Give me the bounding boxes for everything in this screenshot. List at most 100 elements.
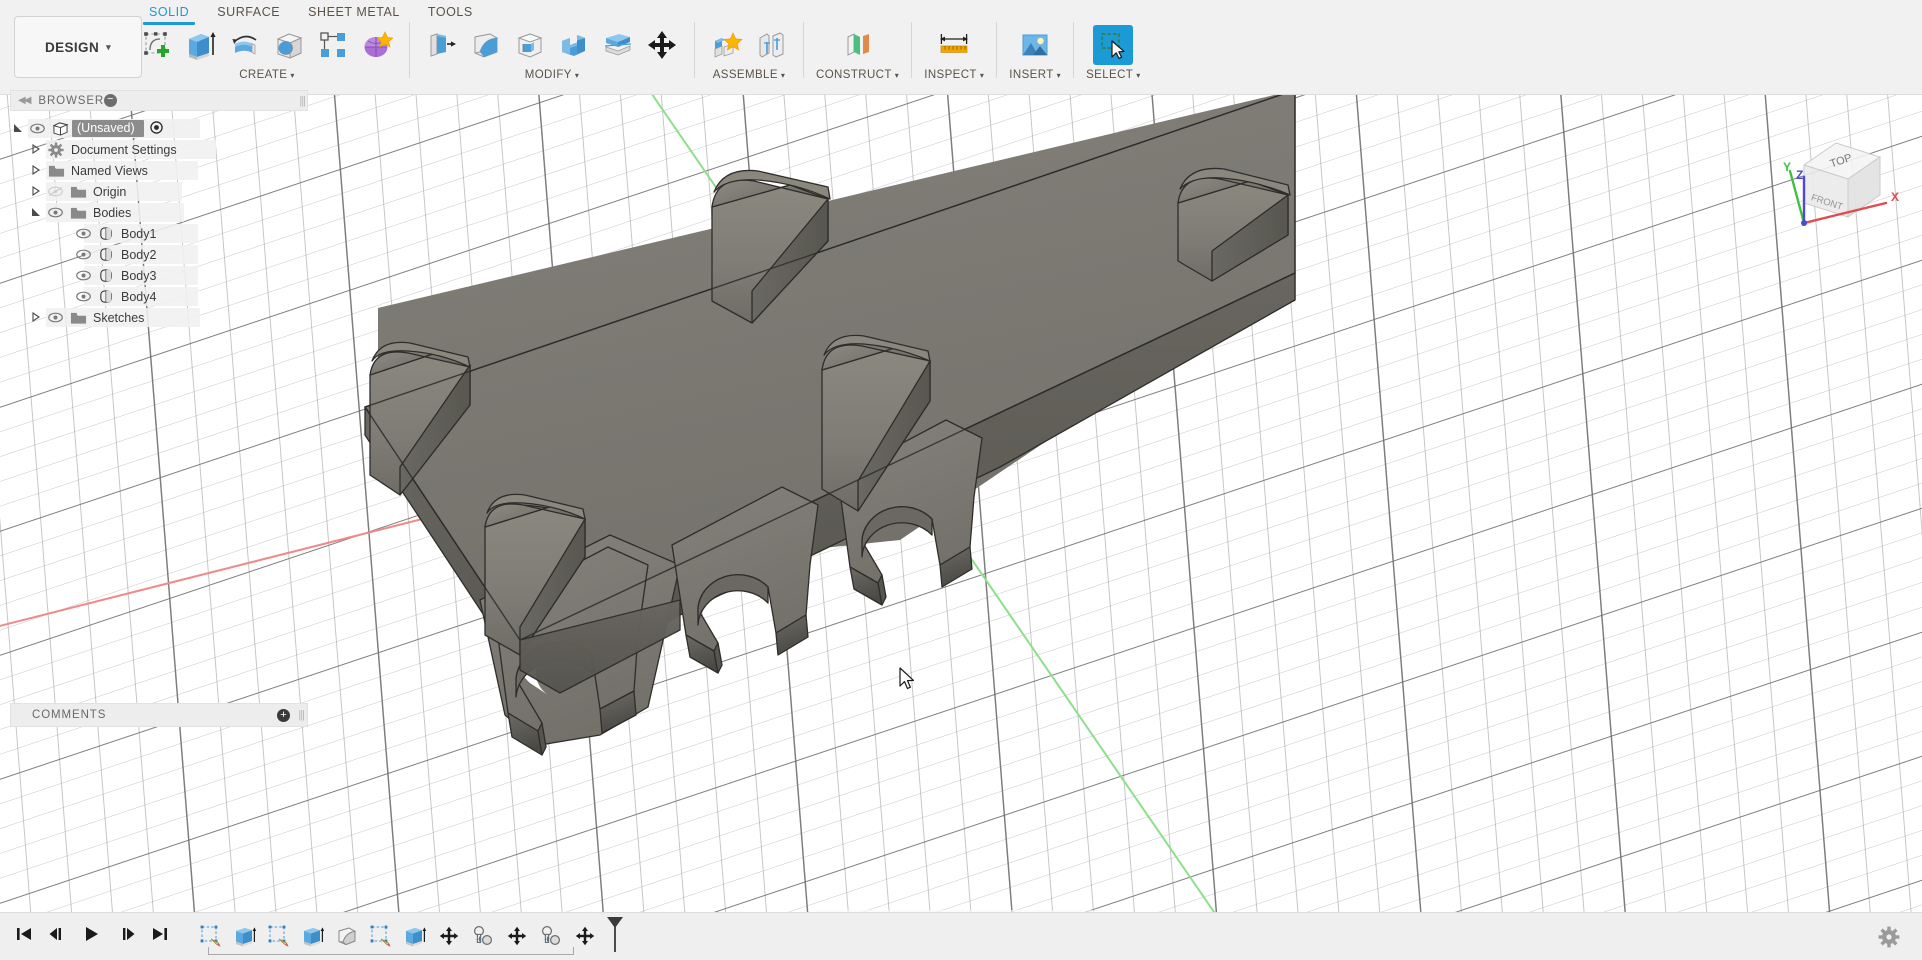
timeline-marker-icon[interactable]	[604, 915, 626, 958]
tree-item-bodies[interactable]: Bodies	[10, 202, 308, 223]
ribbon-toolbar: DESIGN ▾ SOLID SURFACE SHEET METAL TOOLS	[0, 0, 1922, 95]
add-comment-icon[interactable]: +	[277, 709, 290, 722]
split-face-icon[interactable]	[598, 25, 638, 65]
visibility-eye-icon[interactable]	[72, 270, 94, 281]
tree-item-label: Document Settings	[68, 143, 177, 157]
expander-collapsed-icon[interactable]	[28, 144, 44, 155]
tree-item-label: Bodies	[90, 206, 131, 220]
visibility-eye-icon[interactable]	[44, 312, 66, 323]
tree-item-label: Body4	[118, 290, 156, 304]
comments-panel[interactable]: COMMENTS + |||	[10, 703, 308, 727]
collapse-left-icon[interactable]: ◀◀	[18, 95, 29, 106]
expander-expanded-icon[interactable]	[28, 207, 44, 218]
visibility-eye-icon[interactable]	[26, 123, 48, 134]
viewcube-x-label: X	[1891, 190, 1899, 204]
folder-icon	[66, 311, 90, 325]
chevron-down-icon: ▾	[575, 71, 579, 80]
create-sketch-icon[interactable]	[137, 25, 177, 65]
extrude-icon[interactable]	[181, 25, 221, 65]
go-to-end-icon[interactable]	[150, 924, 170, 949]
expander-collapsed-icon[interactable]	[28, 165, 44, 176]
ribbon-group-create-label[interactable]: CREATE▾	[239, 69, 295, 81]
tree-item-body4[interactable]: Body4	[10, 286, 308, 307]
ribbon-group-modify-label[interactable]: MODIFY▾	[525, 69, 580, 81]
press-pull-icon[interactable]	[422, 25, 462, 65]
ribbon-group-select: SELECT▾	[1081, 22, 1146, 81]
view-cube[interactable]: TOP FRONT X Y Z	[1774, 123, 1914, 248]
viewcube-y-label: Y	[1783, 160, 1791, 174]
visibility-eye-icon[interactable]	[72, 249, 94, 260]
fillet-icon[interactable]	[466, 25, 506, 65]
panel-resize-grip[interactable]: |||	[298, 709, 304, 721]
ribbon-group-select-label[interactable]: SELECT▾	[1086, 69, 1141, 81]
tree-item-sketches[interactable]: Sketches	[10, 307, 308, 328]
hole-icon[interactable]	[269, 25, 309, 65]
visibility-eye-icon[interactable]	[72, 291, 94, 302]
body-icon	[94, 268, 118, 283]
expander-collapsed-icon[interactable]	[28, 312, 44, 323]
workspace-switcher-button[interactable]: DESIGN ▾	[14, 16, 142, 78]
fusion360-window: TOP FRONT X Y Z DESIGN ▾ SOLID	[0, 0, 1922, 960]
move-copy-icon[interactable]	[642, 25, 682, 65]
combine-icon[interactable]	[554, 25, 594, 65]
visibility-eye-icon[interactable]	[44, 207, 66, 218]
body-icon	[94, 289, 118, 304]
tree-item-label: Body1	[118, 227, 156, 241]
folder-icon	[66, 185, 90, 199]
browser-title: BROWSER	[38, 95, 104, 107]
select-window-icon[interactable]	[1093, 25, 1133, 65]
folder-icon	[44, 164, 68, 178]
ribbon-group-assemble: ASSEMBLE▾	[702, 22, 796, 81]
folder-icon	[66, 206, 90, 220]
timeline-group-bracket	[208, 947, 574, 955]
tree-item-origin[interactable]: Origin	[10, 181, 308, 202]
pattern-icon[interactable]	[313, 25, 353, 65]
form-icon[interactable]	[357, 25, 397, 65]
ribbon-divider	[803, 22, 804, 78]
ribbon-group-insert-label[interactable]: INSERT▾	[1009, 69, 1061, 81]
tree-item-document-settings[interactable]: Document Settings	[10, 139, 308, 160]
ribbon-group-assemble-label[interactable]: ASSEMBLE▾	[713, 69, 786, 81]
shell-icon[interactable]	[510, 25, 550, 65]
timeline-feature-list	[198, 921, 598, 953]
browser-tree: (Unsaved)	[10, 111, 308, 328]
ribbon-group-construct-label[interactable]: CONSTRUCT▾	[816, 69, 899, 81]
body-icon	[94, 226, 118, 241]
tree-item-label: (Unsaved)	[72, 120, 144, 137]
ribbon-group-construct: CONSTRUCT▾	[811, 22, 904, 81]
new-component-icon[interactable]	[707, 25, 747, 65]
chevron-down-icon: ▾	[895, 71, 899, 80]
activate-radio-icon[interactable]	[150, 121, 163, 137]
visibility-eye-hidden-icon[interactable]	[44, 186, 66, 197]
minimize-icon[interactable]: −	[104, 94, 117, 107]
visibility-eye-icon[interactable]	[72, 228, 94, 239]
measure-icon[interactable]	[934, 25, 974, 65]
insert-image-icon[interactable]	[1015, 25, 1055, 65]
tree-item-body3[interactable]: Body3	[10, 265, 308, 286]
timeline-bar	[0, 912, 1922, 960]
step-back-icon[interactable]	[48, 924, 68, 949]
tree-item-unsaved[interactable]: (Unsaved)	[10, 118, 308, 139]
ribbon-group-insert: INSERT▾	[1004, 22, 1066, 81]
ribbon-divider	[996, 22, 997, 78]
ribbon-group-inspect-label[interactable]: INSPECT▾	[924, 69, 984, 81]
tree-item-body2[interactable]: Body2	[10, 244, 308, 265]
panel-resize-grip[interactable]: |||	[299, 95, 305, 107]
expander-expanded-icon[interactable]	[10, 123, 26, 134]
expander-collapsed-icon[interactable]	[28, 186, 44, 197]
revolve-icon[interactable]	[225, 25, 265, 65]
joint-icon[interactable]	[751, 25, 791, 65]
browser-header: ◀◀ BROWSER − |||	[10, 90, 308, 111]
tree-item-body1[interactable]: Body1	[10, 223, 308, 244]
gear-icon[interactable]	[1878, 926, 1900, 953]
offset-plane-icon[interactable]	[838, 25, 878, 65]
go-to-beginning-icon[interactable]	[14, 924, 34, 949]
timeline-playback-controls	[14, 924, 170, 949]
move-feature-icon[interactable]	[572, 921, 598, 951]
step-forward-icon[interactable]	[116, 924, 136, 949]
tree-item-named-views[interactable]: Named Views	[10, 160, 308, 181]
ribbon-divider	[694, 22, 695, 78]
ribbon-divider	[911, 22, 912, 78]
play-icon[interactable]	[82, 924, 102, 949]
ribbon-divider	[409, 22, 410, 78]
